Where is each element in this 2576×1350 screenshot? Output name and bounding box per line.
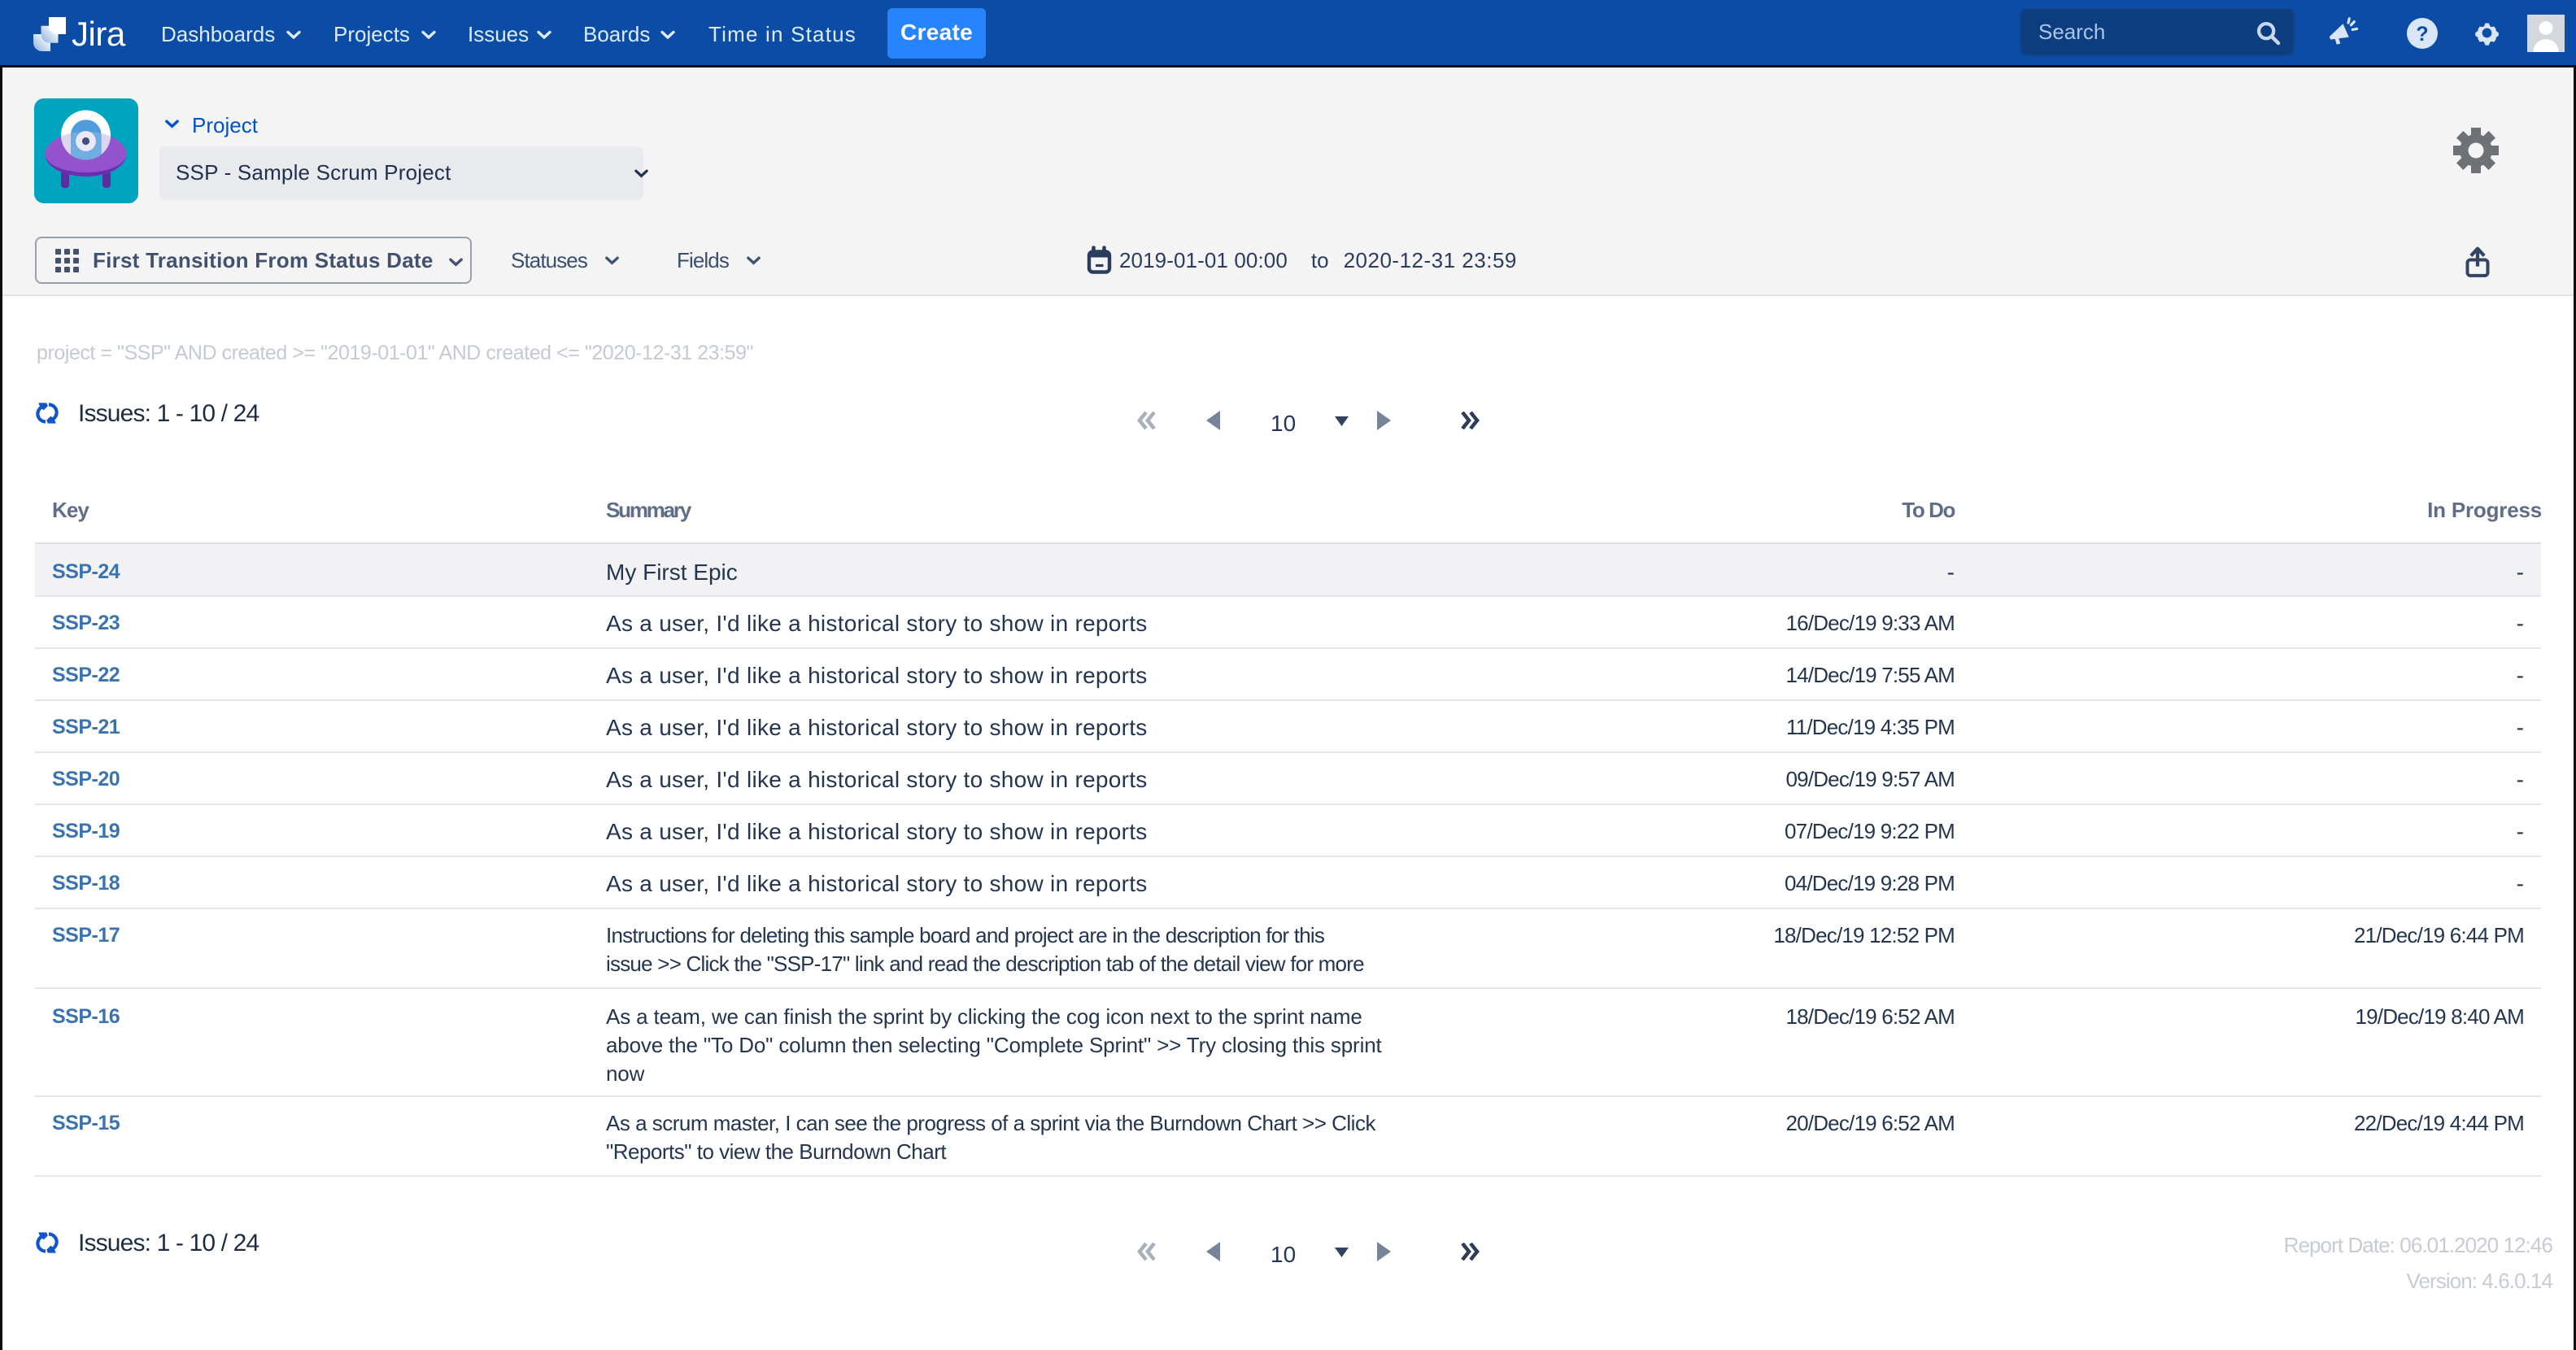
svg-text:?: ? bbox=[2416, 23, 2428, 46]
